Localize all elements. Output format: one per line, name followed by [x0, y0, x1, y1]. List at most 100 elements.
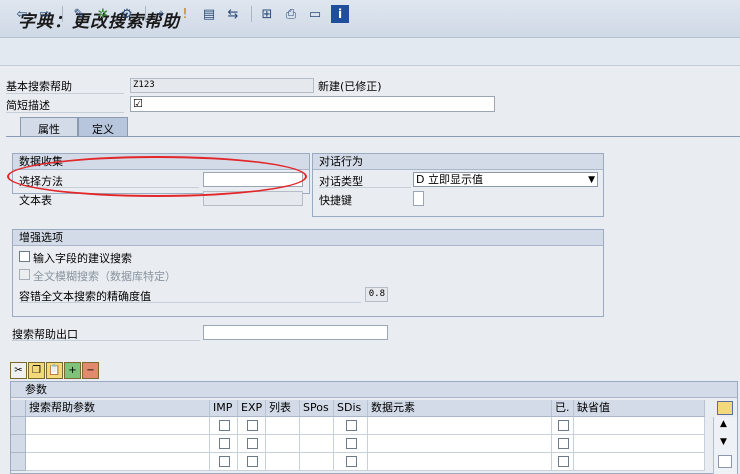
delete-row-icon[interactable]: − — [82, 362, 99, 379]
hotkey-label: 快捷键 — [319, 194, 352, 207]
table-cell[interactable] — [574, 417, 705, 435]
column-header[interactable]: SDis — [334, 400, 368, 417]
short-desc-field[interactable]: ☑ — [130, 96, 495, 112]
where-used-icon[interactable]: ⌖ — [152, 5, 170, 23]
table-cell[interactable] — [26, 453, 210, 471]
column-header[interactable]: IMP — [210, 400, 238, 417]
table-cell[interactable] — [552, 435, 574, 453]
table-cell[interactable] — [574, 453, 705, 471]
forward-icon[interactable]: ⇨ — [36, 5, 54, 23]
insert-row-icon[interactable]: + — [64, 362, 81, 379]
table-cell[interactable] — [368, 435, 552, 453]
table-cell[interactable] — [26, 435, 210, 453]
info-icon[interactable]: ! — [176, 5, 194, 23]
paste-icon[interactable]: 📋 — [46, 362, 63, 379]
hotkey-field[interactable] — [413, 191, 424, 206]
toolbar-separator — [251, 6, 252, 22]
table-cell[interactable] — [574, 435, 705, 453]
table-checkbox[interactable] — [219, 438, 230, 449]
fulltext-fuzzy-checkbox — [19, 269, 30, 280]
table-cell[interactable] — [368, 417, 552, 435]
dialog-type-label: 对话类型 — [319, 173, 411, 188]
column-header[interactable]: SPos — [300, 400, 334, 417]
table-cell[interactable] — [368, 453, 552, 471]
dialog-type-value: D 立即显示值 — [416, 173, 483, 186]
table-cell[interactable] — [552, 453, 574, 471]
back-icon[interactable]: ⇦ — [13, 5, 31, 23]
dialog-behavior-title: 对话行为 — [313, 154, 603, 170]
table-checkbox[interactable] — [346, 438, 357, 449]
hierarchy-icon[interactable]: ⊞ — [258, 5, 276, 23]
column-header[interactable]: EXP — [238, 400, 266, 417]
table-cell[interactable] — [300, 453, 334, 471]
scroll-up-icon[interactable]: ▲ — [720, 419, 727, 429]
table-scrollbar[interactable]: ▲ ▼ — [713, 417, 737, 474]
short-desc-label: 简短描述 — [6, 97, 124, 113]
display-icon[interactable]: ▤ — [200, 5, 218, 23]
table-cell[interactable] — [26, 417, 210, 435]
input-field-suggest-label: 输入字段的建议搜索 — [33, 252, 132, 265]
search-help-name-field: Z123 — [130, 78, 314, 93]
copy-icon[interactable]: ❐ — [28, 362, 45, 379]
table-cell[interactable] — [238, 417, 266, 435]
table-cell[interactable] — [266, 417, 300, 435]
table-cell[interactable] — [238, 435, 266, 453]
table-checkbox[interactable] — [558, 438, 569, 449]
table-cell[interactable] — [300, 435, 334, 453]
cut-icon[interactable]: ✂ — [10, 362, 27, 379]
text-table-label: 文本表 — [19, 194, 52, 207]
table-cell[interactable] — [552, 417, 574, 435]
table-settings-icon[interactable] — [717, 401, 733, 415]
table-cell[interactable] — [238, 453, 266, 471]
table-cell[interactable] — [266, 435, 300, 453]
column-header[interactable]: 数据元素 — [368, 400, 552, 417]
row-selector[interactable] — [11, 453, 26, 471]
table-cell[interactable] — [334, 435, 368, 453]
accuracy-field: 0.8 — [365, 287, 388, 302]
edit-icon[interactable]: ✎ — [70, 5, 88, 23]
enhanced-options-title: 增强选项 — [13, 230, 603, 246]
table-cell[interactable] — [334, 453, 368, 471]
print-icon[interactable]: ⎙ — [282, 5, 300, 23]
table-cell[interactable] — [210, 453, 238, 471]
scroll-bottom-icon[interactable] — [718, 455, 732, 468]
application-toolbar — [0, 38, 740, 66]
table-checkbox[interactable] — [219, 456, 230, 467]
help-info-icon[interactable]: i — [331, 5, 349, 23]
table-checkbox[interactable] — [247, 438, 258, 449]
table-checkbox[interactable] — [558, 456, 569, 467]
navigate-icon[interactable]: ⇆ — [224, 5, 242, 23]
toolbar-separator — [62, 6, 63, 22]
tab-definition[interactable]: 定义 — [78, 117, 128, 136]
column-header[interactable]: 缺省值 — [574, 400, 705, 417]
chevron-down-icon[interactable]: ▼ — [588, 174, 595, 187]
status-text: 新建(已修正) — [318, 80, 382, 93]
table-checkbox[interactable] — [346, 420, 357, 431]
select-all-cell[interactable] — [11, 400, 26, 417]
table-checkbox[interactable] — [247, 456, 258, 467]
table-cell[interactable] — [300, 417, 334, 435]
column-header[interactable]: 搜索帮助参数 — [26, 400, 210, 417]
row-selector[interactable] — [11, 417, 26, 435]
column-header[interactable]: 已. — [552, 400, 574, 417]
input-field-suggest-checkbox[interactable] — [19, 251, 30, 262]
highlight-ellipse — [7, 156, 307, 197]
table-cell[interactable] — [210, 435, 238, 453]
table-cell[interactable] — [266, 453, 300, 471]
activate-icon[interactable]: ⚙ — [118, 5, 136, 23]
scroll-down-icon[interactable]: ▼ — [720, 437, 727, 447]
search-help-label: 基本搜索帮助 — [6, 78, 124, 94]
table-checkbox[interactable] — [219, 420, 230, 431]
column-header[interactable]: 列表 — [266, 400, 300, 417]
table-cell[interactable] — [210, 417, 238, 435]
row-selector[interactable] — [11, 435, 26, 453]
table-checkbox[interactable] — [247, 420, 258, 431]
tab-attributes[interactable]: 属性 — [20, 117, 78, 136]
layout-icon[interactable]: ▭ — [306, 5, 324, 23]
table-checkbox[interactable] — [558, 420, 569, 431]
table-cell[interactable] — [334, 417, 368, 435]
check-icon[interactable]: ✲ — [94, 5, 112, 23]
search-help-exit-field[interactable] — [203, 325, 388, 340]
table-checkbox[interactable] — [346, 456, 357, 467]
dialog-type-dropdown[interactable]: D 立即显示值 ▼ — [413, 172, 598, 187]
